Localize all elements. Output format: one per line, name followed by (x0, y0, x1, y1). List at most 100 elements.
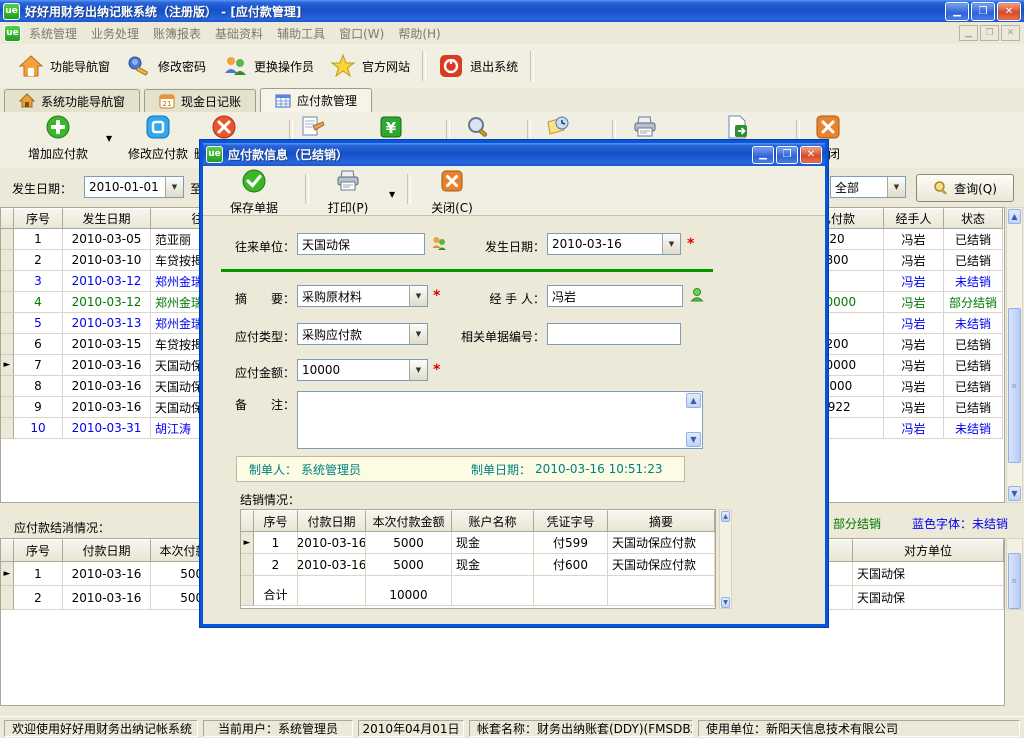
switch-operator-button[interactable]: 更换操作员 (214, 49, 322, 83)
menu-reports[interactable]: 账簿报表 (153, 25, 201, 42)
note-scroll-up-icon[interactable]: ▲ (686, 393, 701, 408)
dropdown-arrow-icon[interactable] (409, 286, 427, 306)
scroll-up-icon[interactable]: ▲ (721, 511, 730, 522)
date-field-combo[interactable]: 2010-03-16 (547, 233, 681, 255)
dialog-restore-button[interactable]: ❐ (776, 146, 798, 164)
column-header-status[interactable]: 状态 (944, 208, 1003, 229)
column-header-seq[interactable]: 序号 (14, 208, 63, 229)
cell-seq: 3 (14, 271, 63, 292)
scroll-up-icon[interactable]: ▲ (1008, 209, 1021, 224)
change-password-button[interactable]: 修改密码 (118, 49, 214, 83)
scrollbar-thumb[interactable]: ≡ (1008, 553, 1021, 609)
add-dropdown-caret-icon[interactable]: ▼ (106, 134, 112, 143)
column-header-voucher[interactable]: 凭证字号 (534, 510, 608, 532)
cell-summary (608, 584, 715, 606)
column-header-date[interactable]: 发生日期 (63, 208, 151, 229)
edit-doc-icon (300, 114, 326, 140)
dropdown-arrow-icon[interactable] (662, 234, 680, 254)
close-button[interactable]: ✕ (997, 2, 1021, 21)
scrollbar-thumb[interactable]: ≡ (1008, 308, 1021, 463)
minimize-button[interactable]: ▁ (945, 2, 969, 21)
scroll-down-icon[interactable]: ▼ (1008, 486, 1021, 501)
add-payable-button[interactable]: 增加应付款 (12, 114, 104, 162)
save-doc-button[interactable]: 保存单据 (215, 168, 293, 216)
select-unit-people-icon[interactable] (431, 235, 447, 251)
restore-button[interactable]: ❐ (971, 2, 995, 21)
nav-window-button[interactable]: 功能导航窗 (10, 49, 118, 83)
dropdown-arrow-icon[interactable] (887, 177, 905, 197)
export-button[interactable] (714, 114, 760, 143)
settle-table-scrollbar[interactable]: ▲ ▼ (719, 509, 732, 609)
dialog-close-toolbar-button[interactable]: 关闭(C) (417, 168, 487, 216)
yen-settle-button[interactable]: ¥ (368, 114, 414, 143)
note-scroll-down-icon[interactable]: ▼ (686, 432, 701, 447)
date-from-combo[interactable]: 2010-01-01 (84, 176, 184, 198)
dialog-minimize-button[interactable]: ▁ (752, 146, 774, 164)
column-header-sel[interactable] (1, 539, 14, 562)
column-header-seq[interactable]: 序号 (254, 510, 298, 532)
column-header-handler[interactable]: 经手人 (884, 208, 944, 229)
settle-doc-button[interactable] (290, 114, 336, 143)
mdi-close-button[interactable]: ✕ (1001, 25, 1020, 41)
amount-field-combo[interactable]: 10000 (297, 359, 428, 381)
tab-cash-journal[interactable]: 21 现金日记账 (144, 89, 256, 112)
print-list-button[interactable] (622, 114, 668, 143)
type-field-combo[interactable]: 采购应付款 (297, 323, 428, 345)
query-button[interactable]: 查询(Q) (916, 174, 1014, 202)
print-dropdown-caret-icon[interactable]: ▼ (389, 190, 395, 199)
select-handler-person-icon[interactable] (689, 287, 705, 303)
column-header-date[interactable]: 付款日期 (298, 510, 366, 532)
column-header-seq[interactable]: 序号 (14, 539, 63, 562)
menu-system[interactable]: 系统管理 (29, 25, 77, 42)
dropdown-arrow-icon[interactable] (409, 360, 427, 380)
history-button[interactable] (536, 114, 582, 143)
menu-help[interactable]: 帮助(H) (398, 25, 440, 42)
unit-field[interactable]: 天国动保 (297, 233, 425, 255)
cell-account (452, 576, 534, 584)
ref-field[interactable] (547, 323, 681, 345)
table-row[interactable]: 12010-03-165000现金付599天国动保应付款 (241, 532, 715, 554)
mdi-restore-button[interactable]: ❐ (980, 25, 999, 41)
star-icon (330, 53, 356, 79)
column-header-sel[interactable] (1, 208, 14, 229)
cell-status: 未结销 (944, 418, 1003, 439)
dropdown-arrow-icon[interactable] (409, 324, 427, 344)
exit-system-button[interactable]: 退出系统 (430, 49, 526, 83)
mdi-minimize-button[interactable]: ▁ (959, 25, 978, 41)
menu-business[interactable]: 业务处理 (91, 25, 139, 42)
column-header-sel[interactable] (241, 510, 254, 532)
column-header-amount[interactable]: 本次付款金额 (366, 510, 452, 532)
scroll-down-icon[interactable]: ▼ (721, 597, 730, 608)
tab-payable-management[interactable]: 应付款管理 (260, 88, 372, 112)
menu-window[interactable]: 窗口(W) (339, 25, 384, 42)
status-welcome: 欢迎使用好好用财务出纳记帐系统 (4, 720, 198, 737)
date-field-label: 发生日期： (465, 238, 545, 255)
payable-table-scrollbar[interactable]: ▲ ≡ ▼ (1006, 207, 1023, 503)
column-header-unit[interactable]: 对方单位 (853, 539, 1004, 562)
print-button[interactable]: 打印(P) (313, 168, 383, 216)
menu-basedata[interactable]: 基础资料 (215, 25, 263, 42)
dialog-close-button[interactable]: ✕ (800, 146, 822, 164)
summary-field-combo[interactable]: 采购原材料 (297, 285, 428, 307)
table-row[interactable]: 合计10000 (241, 584, 715, 606)
type-field-value: 采购应付款 (302, 326, 362, 343)
menu-tools[interactable]: 辅助工具 (277, 25, 325, 42)
table-row[interactable]: 22010-03-165000现金付600天国动保应付款 (241, 554, 715, 576)
summary-field-value: 采购原材料 (302, 288, 362, 305)
official-site-button[interactable]: 官方网站 (322, 49, 418, 83)
column-header-account[interactable]: 账户名称 (452, 510, 534, 532)
handler-field[interactable]: 冯岩 (547, 285, 683, 307)
search-button[interactable] (455, 114, 501, 143)
cell-date: 2010-03-16 (298, 554, 366, 576)
cell-account: 现金 (452, 554, 534, 576)
query-button-label: 查询(Q) (954, 180, 997, 197)
column-header-summary[interactable]: 摘要 (608, 510, 715, 532)
settlement-table-scrollbar[interactable]: ≡ (1006, 538, 1023, 610)
status-filter-combo[interactable]: 全部 (830, 176, 906, 198)
dropdown-arrow-icon[interactable] (165, 177, 183, 197)
note-textarea[interactable] (297, 391, 703, 449)
table-row[interactable] (241, 576, 715, 584)
column-header-date[interactable]: 付款日期 (63, 539, 151, 562)
tab-nav-window[interactable]: 系统功能导航窗 (4, 89, 140, 112)
cell-voucher: 付600 (534, 554, 608, 576)
